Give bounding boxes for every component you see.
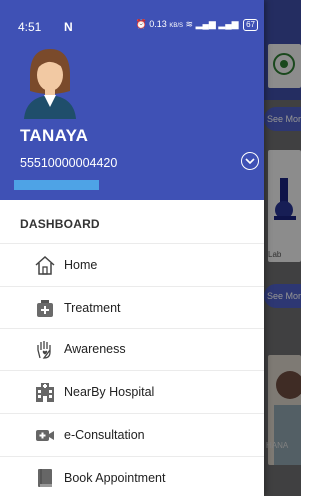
first-aid-kit-icon xyxy=(37,300,53,317)
status-icons: ⏰ 0.13 KB/S ≋ ▂▄▆ ▂▄▆ 67 xyxy=(136,19,258,31)
wifi-icon: ≋ xyxy=(185,19,194,29)
menu-item-nearby-hospital[interactable]: NearBy Hospital xyxy=(0,371,264,413)
menu-item-e-consultation[interactable]: e-Consultation xyxy=(0,414,264,456)
menu-item-book-appointment[interactable]: Book Appointment xyxy=(0,457,264,496)
menu-item-treatment[interactable]: Treatment xyxy=(0,287,264,329)
menu-label-awareness: Awareness xyxy=(64,342,126,356)
battery-icon: 67 xyxy=(243,19,258,31)
menu-label-e-consultation: e-Consultation xyxy=(64,428,145,442)
section-label-dashboard: DASHBOARD xyxy=(20,217,100,231)
signal-icon-2: ▂▄▆ xyxy=(218,19,239,29)
video-call-icon xyxy=(36,430,54,441)
alarm-icon: ⏰ xyxy=(135,19,147,29)
navigation-drawer: 4:51 N ⏰ 0.13 KB/S ≋ ▂▄▆ ▂▄▆ 67 TANAYA 5… xyxy=(0,0,264,496)
status-time: 4:51 xyxy=(18,20,42,34)
signal-icon: ▂▄▆ xyxy=(195,19,216,29)
home-icon xyxy=(35,255,55,275)
avatar xyxy=(20,45,80,119)
hand-heart-icon xyxy=(37,341,51,359)
hospital-icon xyxy=(36,383,54,402)
chevron-down-icon xyxy=(245,158,255,165)
redacted-email xyxy=(14,180,99,190)
notification-icon: N xyxy=(64,20,73,34)
drawer-header: 4:51 N ⏰ 0.13 KB/S ≋ ▂▄▆ ▂▄▆ 67 TANAYA 5… xyxy=(0,0,264,200)
menu-item-awareness[interactable]: Awareness xyxy=(0,328,264,370)
menu-label-home: Home xyxy=(64,258,98,272)
status-bar: 4:51 N ⏰ 0.13 KB/S ≋ ▂▄▆ ▂▄▆ 67 xyxy=(0,0,264,34)
user-name: TANAYA xyxy=(20,126,89,145)
account-toggle-button[interactable] xyxy=(241,152,259,170)
scrim-overlay[interactable] xyxy=(264,0,301,496)
book-icon xyxy=(38,469,52,487)
menu-label-treatment: Treatment xyxy=(64,301,121,315)
menu-item-home[interactable]: Home xyxy=(0,244,264,286)
network-speed: 0.13 KB/S xyxy=(149,19,184,29)
menu-label-book-appointment: Book Appointment xyxy=(64,471,166,485)
user-id: 55510000004420 xyxy=(20,156,118,170)
menu-label-nearby-hospital: NearBy Hospital xyxy=(64,385,155,399)
